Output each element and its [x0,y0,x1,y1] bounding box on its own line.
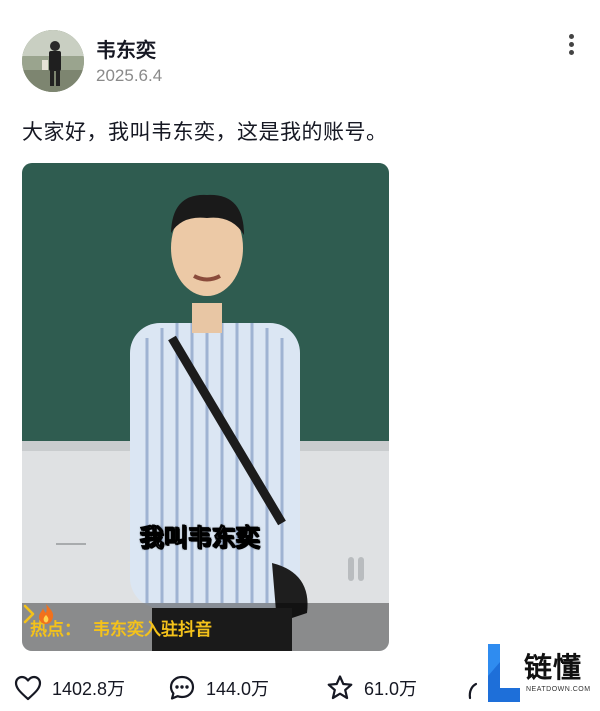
watermark-logo: 链懂 NEATDOWN.COM [486,640,596,708]
chevron-right-icon [23,604,35,624]
avatar[interactable] [22,30,84,92]
comment-button[interactable]: 144.0万 [168,668,269,708]
favorite-count: 61.0万 [364,679,418,699]
favorite-button[interactable]: 61.0万 [326,668,417,708]
hot-topic-bar[interactable]: 热点： 韦东奕入驻抖音 [22,603,389,651]
video-card[interactable]: 我叫韦东奕 热点： 韦东奕入驻抖音 [22,163,389,651]
comment-icon [169,675,195,700]
like-button[interactable]: 1402.8万 [14,668,125,708]
share-button[interactable] [466,668,488,708]
video-caption: 我叫韦东奕 [140,524,261,553]
flame-icon [39,604,54,624]
share-icon [468,682,478,700]
post-text: 大家好，我叫韦东奕，这是我的账号。 [22,120,388,144]
watermark-l-icon [488,644,520,702]
post-date: 2025.6.4 [96,66,163,85]
more-vertical-icon[interactable] [562,30,582,60]
like-count: 1402.8万 [52,679,126,699]
star-icon [327,675,353,700]
comment-count: 144.0万 [206,679,270,699]
author-name[interactable]: 韦东奕 [96,34,156,63]
video-thumbnail [22,163,389,651]
watermark-brand-cn: 链懂 [524,651,583,684]
avatar-image [22,30,84,92]
watermark-brand-en: NEATDOWN.COM [526,686,591,693]
hot-topic-text: 韦东奕入驻抖音 [93,619,212,640]
post-header: 韦东奕 2025.6.4 [0,0,600,100]
heart-icon [14,675,42,701]
